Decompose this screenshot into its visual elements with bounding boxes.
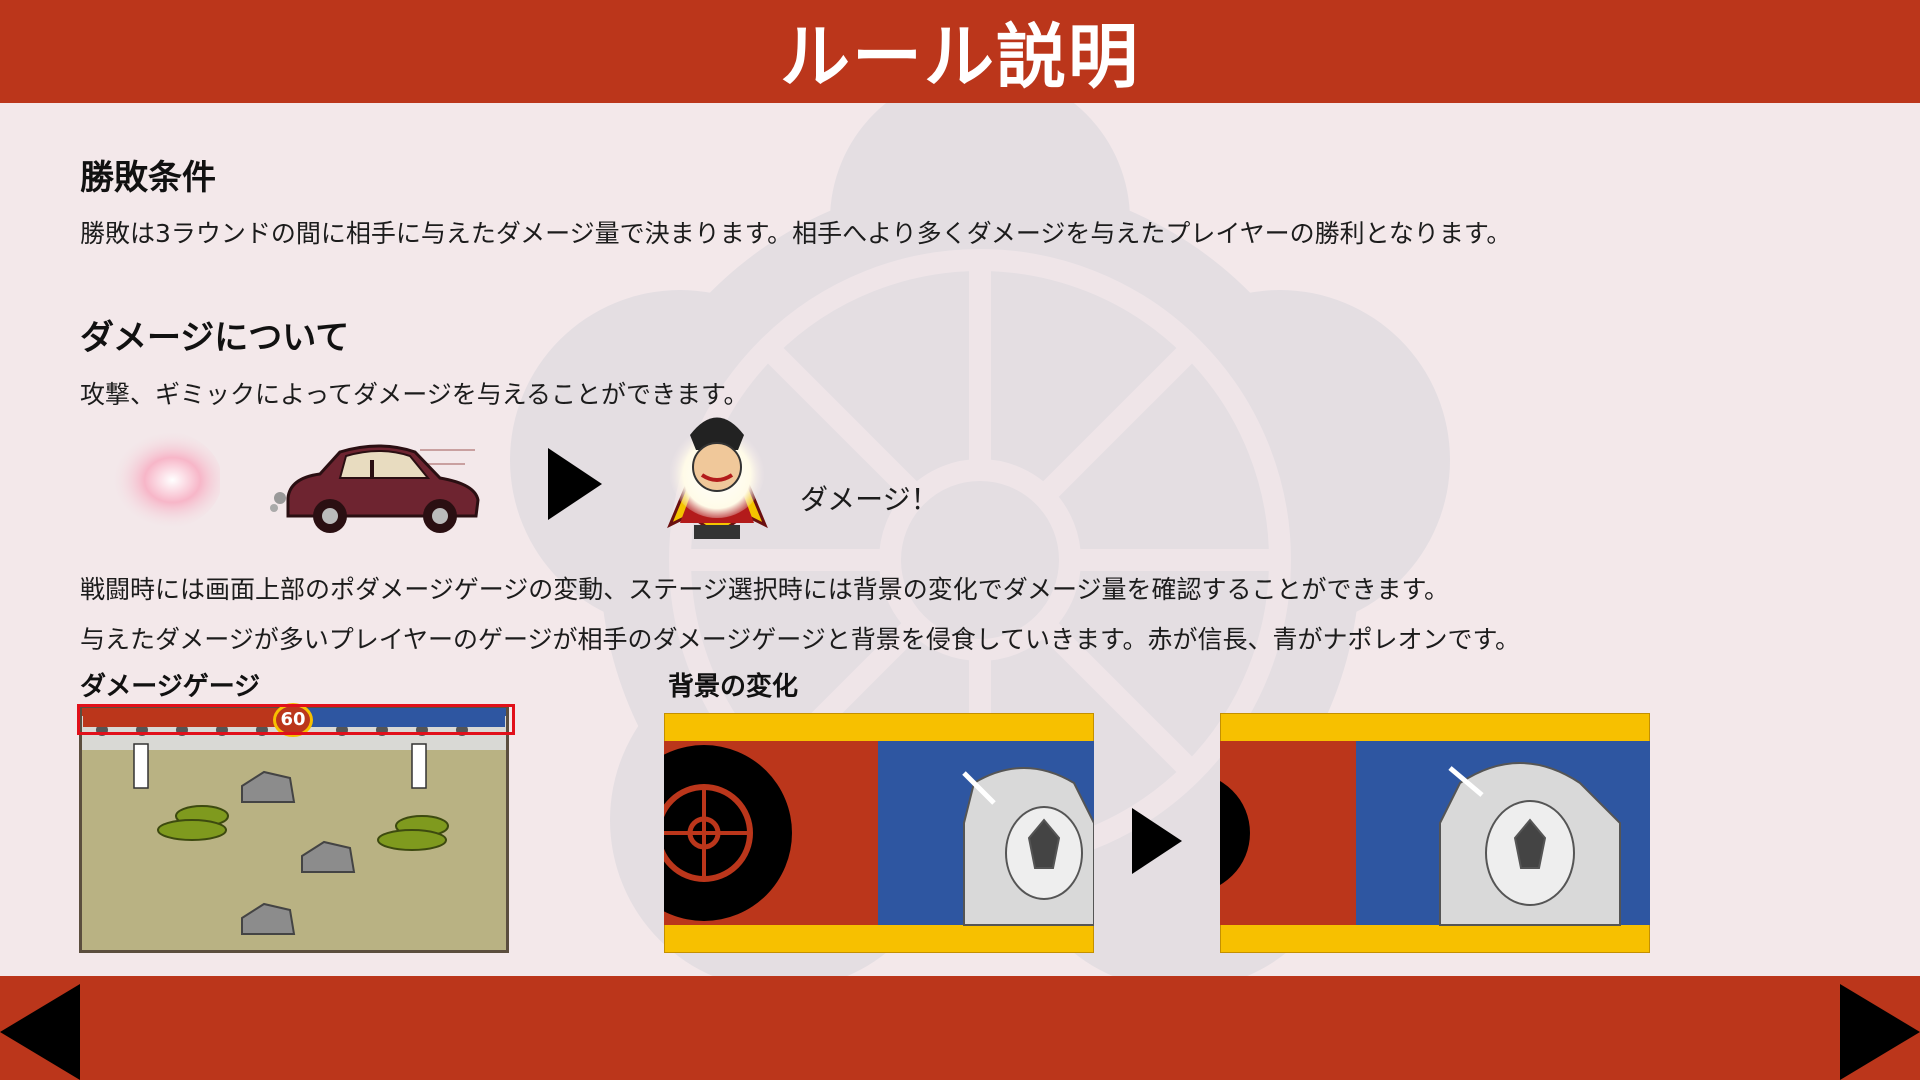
battle-screenshot [79,705,509,953]
background-label: 背景の変化 [668,672,799,702]
change-arrow-icon [1132,808,1182,874]
fireball-illustration [98,430,220,530]
footer-bar [0,976,1920,1080]
victory-text: 勝敗は3ラウンドの間に相手に与えたダメージ量で決まります。相手へより多くダメージ… [80,219,1512,248]
damage-desc-1: 戦闘時には画面上部のポダメージゲージの変動、ステージ選択時には背景の変化でダメー… [80,575,1450,604]
background-before [664,713,1094,953]
gauge-label: ダメージゲージ [80,672,261,702]
damage-desc-2: 与えたダメージが多いプレイヤーのゲージが相手のダメージゲージと背景を侵食していき… [80,625,1521,654]
rules-content: 勝敗条件 勝敗は3ラウンドの間に相手に与えたダメージ量で決まります。相手へより多… [0,0,1920,1080]
damage-text: 攻撃、ギミックによってダメージを与えることができます。 [80,380,749,409]
left-triangle-icon[interactable] [0,984,80,1080]
page-title: ルール説明 [780,16,1140,98]
nobunaga-character [667,417,768,539]
car-illustration [270,444,480,533]
damage-heading: ダメージについて [80,318,350,358]
background-after [1220,713,1650,953]
victory-heading: 勝敗条件 [80,158,216,198]
arrow-right-icon [548,448,602,520]
gauge-highlight-box [77,704,515,735]
damage-exclaim: ダメージ！ [800,483,939,516]
napoleon-coat-of-arms-icon [962,767,1094,926]
header-bar: ルール説明 [0,0,1920,103]
right-triangle-icon[interactable] [1840,984,1920,1080]
battlefield-scene [82,708,506,950]
